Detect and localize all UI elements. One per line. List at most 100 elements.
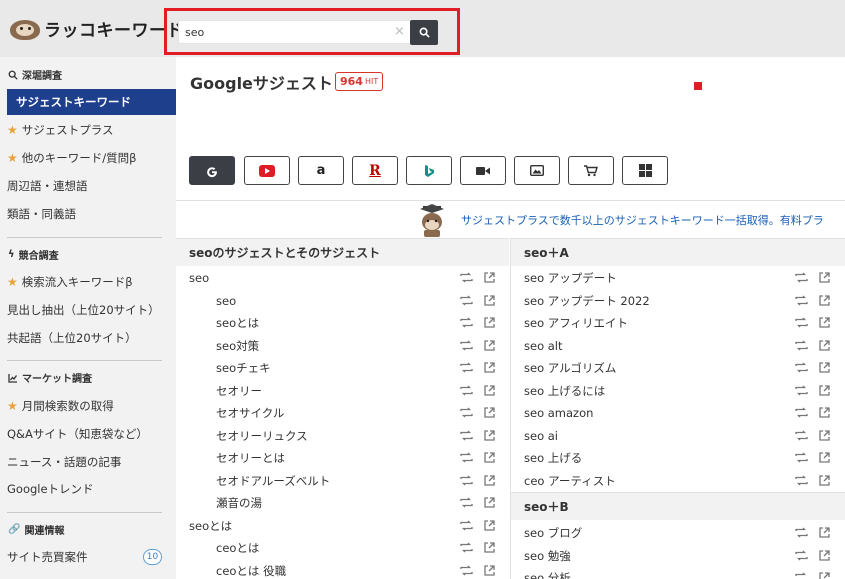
repeat-icon[interactable] [460,317,473,328]
suggest-keyword[interactable]: ceoとは [216,540,259,556]
sidebar-item-news[interactable]: ニュース・話題の記事 [0,449,176,475]
suggest-keyword[interactable]: seo alt [524,339,563,353]
repeat-icon[interactable] [795,272,808,283]
amazon-icon[interactable]: a [298,156,344,185]
repeat-icon[interactable] [460,452,473,463]
external-link-icon[interactable] [484,497,495,508]
repeat-icon[interactable] [795,452,808,463]
youtube-icon[interactable] [244,156,290,185]
list-item[interactable]: seo アルゴリズム [524,357,616,379]
repeat-icon[interactable] [795,340,808,351]
rakuten-icon[interactable]: R [352,156,398,185]
external-link-icon[interactable] [484,429,495,441]
repeat-icon[interactable] [460,385,473,396]
list-item[interactable]: seo アップデート 2022 [524,290,650,312]
suggest-keyword[interactable]: ceo アーティスト [524,473,616,489]
repeat-icon[interactable] [460,520,473,531]
external-link-icon[interactable] [819,474,830,486]
sidebar-item-monthly-volume[interactable]: ★ 月間検索数の取得 [0,393,176,419]
sidebar-item-qa-sites[interactable]: Q&Aサイト（知恵袋など） [0,421,176,447]
suggest-keyword[interactable]: seo 上げる [524,450,582,466]
list-item[interactable]: ceoとは 役職 [216,560,286,579]
suggest-keyword[interactable]: seo アフィリエイト [524,315,628,331]
external-link-icon[interactable] [819,429,830,441]
suggest-keyword[interactable]: ceoとは 役職 [216,563,286,579]
suggest-keyword[interactable]: セオリー [216,383,262,399]
list-item[interactable]: seo 上げる [524,447,582,469]
list-item[interactable]: seoチェキ [216,357,271,379]
list-item[interactable]: セオリー [216,380,262,402]
repeat-icon[interactable] [460,295,473,306]
list-item[interactable]: seo 分析 [524,567,571,579]
repeat-icon[interactable] [460,542,473,553]
repeat-icon[interactable] [795,430,808,441]
sidebar-item-cooccurrence[interactable]: 共起語（上位20サイト） [0,325,176,351]
external-link-icon[interactable] [484,317,495,328]
repeat-icon[interactable] [460,407,473,418]
repeat-icon[interactable] [460,497,473,508]
repeat-icon[interactable] [795,550,808,561]
list-item[interactable]: seoとは [189,515,232,537]
list-item[interactable]: seoとは [216,312,259,334]
suggest-keyword[interactable]: seo アップデート 2022 [524,293,650,309]
video-icon[interactable] [460,156,506,185]
shopping-icon[interactable] [568,156,614,185]
external-link-icon[interactable] [484,272,495,283]
suggest-keyword[interactable]: seoチェキ [216,360,271,376]
external-link-icon[interactable] [819,294,830,306]
external-link-icon[interactable] [819,339,830,351]
promo-banner[interactable]: サジェストプラスで数千以上のサジェストキーワード一括取得。有料プラ [176,200,845,238]
external-link-icon[interactable] [819,362,830,373]
clear-icon[interactable]: × [394,25,405,38]
suggest-keyword[interactable]: seo ai [524,429,558,443]
external-link-icon[interactable] [819,272,830,283]
external-link-icon[interactable] [819,572,830,579]
sidebar-item-google-trends[interactable]: Googleトレンド [0,476,176,502]
list-item[interactable]: ceo アーティスト [524,470,616,492]
sidebar-item-suggest[interactable]: サジェストキーワード [7,89,176,115]
repeat-icon[interactable] [460,475,473,486]
list-item[interactable]: seo [216,290,236,312]
external-link-icon[interactable] [819,384,830,396]
list-item[interactable]: seo alt [524,335,563,357]
suggest-keyword[interactable]: seoとは [216,315,259,331]
list-item[interactable]: seo [189,267,209,289]
sidebar-item-related-words[interactable]: 周辺語・連想語 [0,173,176,199]
repeat-icon[interactable] [795,362,808,373]
repeat-icon[interactable] [460,272,473,283]
search-input[interactable] [178,20,410,44]
google-icon[interactable] [189,156,235,185]
suggest-keyword[interactable]: seo 上げるには [524,383,605,399]
image-icon[interactable] [514,156,560,185]
external-link-icon[interactable] [484,542,495,553]
list-item[interactable]: セオリーとは [216,447,285,469]
suggest-keyword[interactable]: セオリーリュクス [216,428,308,444]
suggest-keyword[interactable]: seo アップデート [524,270,617,286]
sidebar-item-headings[interactable]: 見出し抽出（上位20サイト） [0,297,176,323]
external-link-icon[interactable] [484,339,495,351]
list-item[interactable]: セオサイクル [216,402,284,424]
bing-icon[interactable] [406,156,452,185]
sidebar-item-other-keywords[interactable]: ★ 他のキーワード/質問β [0,145,176,171]
search-button[interactable] [410,20,438,45]
repeat-icon[interactable] [460,340,473,351]
list-item[interactable]: seo 上げるには [524,380,605,402]
external-link-icon[interactable] [484,362,495,373]
repeat-icon[interactable] [460,565,473,576]
suggest-keyword[interactable]: seo 勉強 [524,548,571,564]
suggest-keyword[interactable]: セオサイクル [216,405,284,421]
suggest-keyword[interactable]: 瀬音の湯 [216,495,262,511]
suggest-keyword[interactable]: seo [216,294,236,308]
repeat-icon[interactable] [795,385,808,396]
external-link-icon[interactable] [484,474,495,486]
repeat-icon[interactable] [460,430,473,441]
repeat-icon[interactable] [795,317,808,328]
repeat-icon[interactable] [795,527,808,538]
logo[interactable]: ラッコキーワード [8,12,184,44]
external-link-icon[interactable] [819,407,830,418]
list-item[interactable]: セオドアルーズベルト [216,470,330,492]
external-link-icon[interactable] [819,452,830,463]
suggest-keyword[interactable]: seo対策 [216,338,259,354]
suggest-keyword[interactable]: セオリーとは [216,450,285,466]
sidebar-item-inflow-keywords[interactable]: ★ 検索流入キーワードβ [0,269,176,295]
